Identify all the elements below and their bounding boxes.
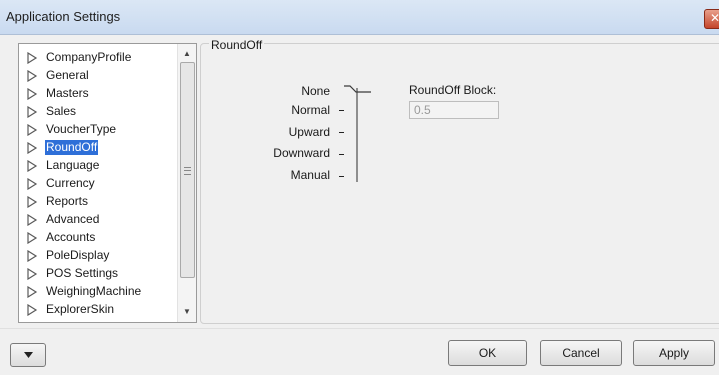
tree-item-label: RoundOff bbox=[45, 140, 99, 155]
ok-button[interactable]: OK bbox=[448, 340, 527, 366]
tick-manual bbox=[339, 176, 344, 177]
tree-item-label: Accounts bbox=[46, 230, 96, 244]
triangle-right-icon bbox=[27, 106, 38, 118]
tree-item-explorerskin[interactable]: ExplorerSkin bbox=[19, 301, 177, 319]
title-bar: Application Settings ✕ bbox=[0, 0, 719, 35]
tick-upward bbox=[339, 132, 344, 133]
tree-item-vouchertype[interactable]: VoucherType bbox=[19, 121, 177, 139]
triangle-right-icon bbox=[27, 286, 38, 298]
triangle-right-icon bbox=[27, 88, 38, 100]
settings-tree-list: CompanyProfile General Masters Sales Vou… bbox=[19, 49, 177, 319]
tree-item-label: VoucherType bbox=[46, 122, 117, 136]
tree-item-label: Masters bbox=[46, 86, 89, 100]
apply-button[interactable]: Apply bbox=[633, 340, 715, 366]
triangle-right-icon bbox=[27, 250, 38, 262]
roundoff-block-input[interactable] bbox=[409, 101, 499, 119]
triangle-right-icon bbox=[27, 70, 38, 82]
option-upward-label[interactable]: Upward bbox=[240, 125, 330, 139]
tree-item-label: CompanyProfile bbox=[46, 50, 132, 64]
roundoff-block-label: RoundOff Block: bbox=[409, 83, 497, 97]
option-none-label[interactable]: None bbox=[240, 84, 330, 98]
triangle-right-icon bbox=[27, 196, 38, 208]
option-manual-label[interactable]: Manual bbox=[240, 168, 330, 182]
tree-item-label: WeighingMachine bbox=[46, 284, 142, 298]
window-title: Application Settings bbox=[6, 9, 121, 24]
tree-item-roundoff[interactable]: RoundOff bbox=[19, 139, 177, 157]
scrollbar-thumb[interactable] bbox=[180, 62, 195, 278]
triangle-right-icon bbox=[27, 268, 38, 280]
tree-item-label: PoleDisplay bbox=[46, 248, 110, 262]
tree-item-accounts[interactable]: Accounts bbox=[19, 229, 177, 247]
tree-item-pos-settings[interactable]: POS Settings bbox=[19, 265, 177, 283]
tree-item-advanced[interactable]: Advanced bbox=[19, 211, 177, 229]
tree-item-label: Language bbox=[46, 158, 100, 172]
cancel-button[interactable]: Cancel bbox=[540, 340, 622, 366]
tick-downward bbox=[339, 154, 344, 155]
tree-item-label: ExplorerSkin bbox=[46, 302, 115, 316]
tree-item-sales[interactable]: Sales bbox=[19, 103, 177, 121]
tree-item-weighingmachine[interactable]: WeighingMachine bbox=[19, 283, 177, 301]
tree-item-companyprofile[interactable]: CompanyProfile bbox=[19, 49, 177, 67]
tree-item-label: Sales bbox=[46, 104, 77, 118]
tree-item-label: General bbox=[46, 68, 89, 82]
tree-item-poledisplay[interactable]: PoleDisplay bbox=[19, 247, 177, 265]
triangle-right-icon bbox=[27, 304, 38, 316]
triangle-right-icon bbox=[27, 232, 38, 244]
group-title: RoundOff bbox=[209, 38, 265, 52]
options-dropdown-button[interactable] bbox=[10, 343, 46, 367]
chevron-down-icon bbox=[24, 352, 33, 358]
tree-item-label: Currency bbox=[46, 176, 95, 190]
triangle-right-icon bbox=[27, 124, 38, 136]
tree-item-label: Advanced bbox=[46, 212, 100, 226]
settings-tree[interactable]: CompanyProfile General Masters Sales Vou… bbox=[18, 43, 197, 323]
tree-item-reports[interactable]: Reports bbox=[19, 193, 177, 211]
tree-item-label: POS Settings bbox=[46, 266, 119, 280]
slider-thumb[interactable] bbox=[344, 85, 372, 97]
scroll-down-icon[interactable]: ▼ bbox=[178, 304, 196, 320]
tree-item-language[interactable]: Language bbox=[19, 157, 177, 175]
scrollbar-grip bbox=[184, 167, 191, 175]
tick-normal bbox=[339, 110, 344, 111]
option-downward-label[interactable]: Downward bbox=[240, 146, 330, 160]
option-normal-label[interactable]: Normal bbox=[240, 103, 330, 117]
triangle-right-icon bbox=[27, 178, 38, 190]
triangle-right-icon bbox=[27, 160, 38, 172]
triangle-right-icon bbox=[27, 214, 38, 226]
tree-item-masters[interactable]: Masters bbox=[19, 85, 177, 103]
triangle-right-icon bbox=[27, 52, 38, 64]
tree-item-currency[interactable]: Currency bbox=[19, 175, 177, 193]
roundoff-trackbar[interactable] bbox=[356, 88, 358, 182]
triangle-right-icon bbox=[27, 142, 38, 154]
tree-item-general[interactable]: General bbox=[19, 67, 177, 85]
tree-scrollbar[interactable]: ▲ ▼ bbox=[177, 44, 196, 322]
tree-item-label: Reports bbox=[46, 194, 89, 208]
close-button[interactable]: ✕ bbox=[704, 9, 719, 29]
bottom-separator bbox=[0, 328, 719, 329]
scroll-up-icon[interactable]: ▲ bbox=[178, 46, 196, 62]
